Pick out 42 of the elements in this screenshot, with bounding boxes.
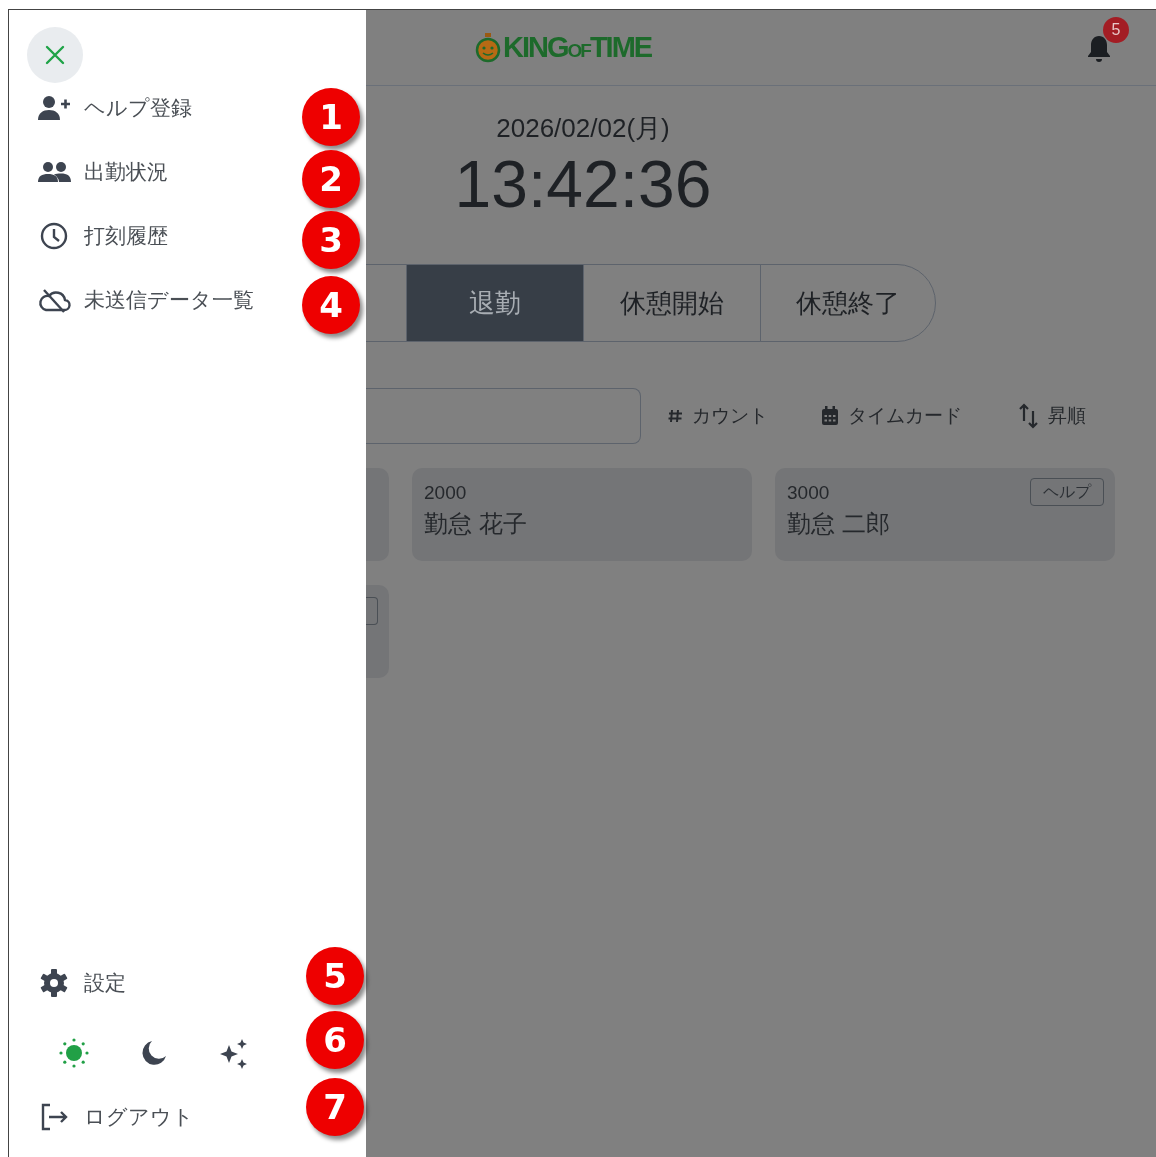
callout-marker: 3 <box>302 211 360 269</box>
punch-button[interactable]: 休憩開始 <box>583 264 761 342</box>
logout-link[interactable]: ログアウト <box>38 1101 194 1133</box>
employee-name: 勤怠 二郎 <box>787 510 890 537</box>
settings-link[interactable]: 設定 <box>38 967 126 999</box>
employee-card[interactable]: 3000 勤怠 二郎 ヘルプ <box>775 468 1115 561</box>
bell-icon[interactable] <box>1086 34 1112 64</box>
calendar-icon <box>821 406 839 426</box>
toolbar-button[interactable]: タイムカード <box>821 401 962 431</box>
hash-icon <box>667 408 683 424</box>
help-badge: ヘルプ <box>1030 478 1104 506</box>
search-field[interactable] <box>366 388 641 444</box>
toolbar-button[interactable]: カウント <box>667 401 768 431</box>
menu-item[interactable]: 未送信データ一覧 <box>38 284 254 316</box>
employee-card[interactable] <box>366 585 389 678</box>
help-badge <box>366 597 378 625</box>
logo-text: KINGOFTIME <box>503 29 652 65</box>
callout-marker: 6 <box>306 1011 364 1069</box>
punch-button[interactable]: 退勤 <box>406 264 584 342</box>
menu-item[interactable]: 出勤状況 <box>38 156 168 188</box>
menu-item[interactable]: ヘルプ登録 <box>38 92 192 124</box>
punch-button[interactable]: 休憩終了 <box>760 264 936 342</box>
employee-name: 勤怠 花子 <box>424 510 527 537</box>
toolbar-button[interactable]: 昇順 <box>1019 401 1086 431</box>
employee-code: 3000 <box>787 482 830 503</box>
callout-marker: 4 <box>302 276 360 334</box>
date-text: 2026/02/02(月) <box>495 112 671 144</box>
close-icon <box>43 43 67 67</box>
callout-marker: 1 <box>302 88 360 146</box>
menu-item[interactable]: 打刻履歴 <box>38 220 168 252</box>
callout-marker: 5 <box>306 947 364 1005</box>
person-add-icon <box>38 94 71 122</box>
callout-marker: 7 <box>306 1078 364 1136</box>
sort-icon <box>1019 403 1039 429</box>
employee-card[interactable]: 2000 勤怠 花子 <box>412 468 752 561</box>
notification-badge: 5 <box>1103 17 1129 43</box>
close-button[interactable] <box>27 27 83 83</box>
logo-icon <box>475 32 501 63</box>
callout-marker: 2 <box>302 150 360 208</box>
employee-code: 2000 <box>424 482 467 503</box>
sun-icon <box>58 1037 90 1069</box>
clock-time: 13:42:36 <box>453 146 713 222</box>
